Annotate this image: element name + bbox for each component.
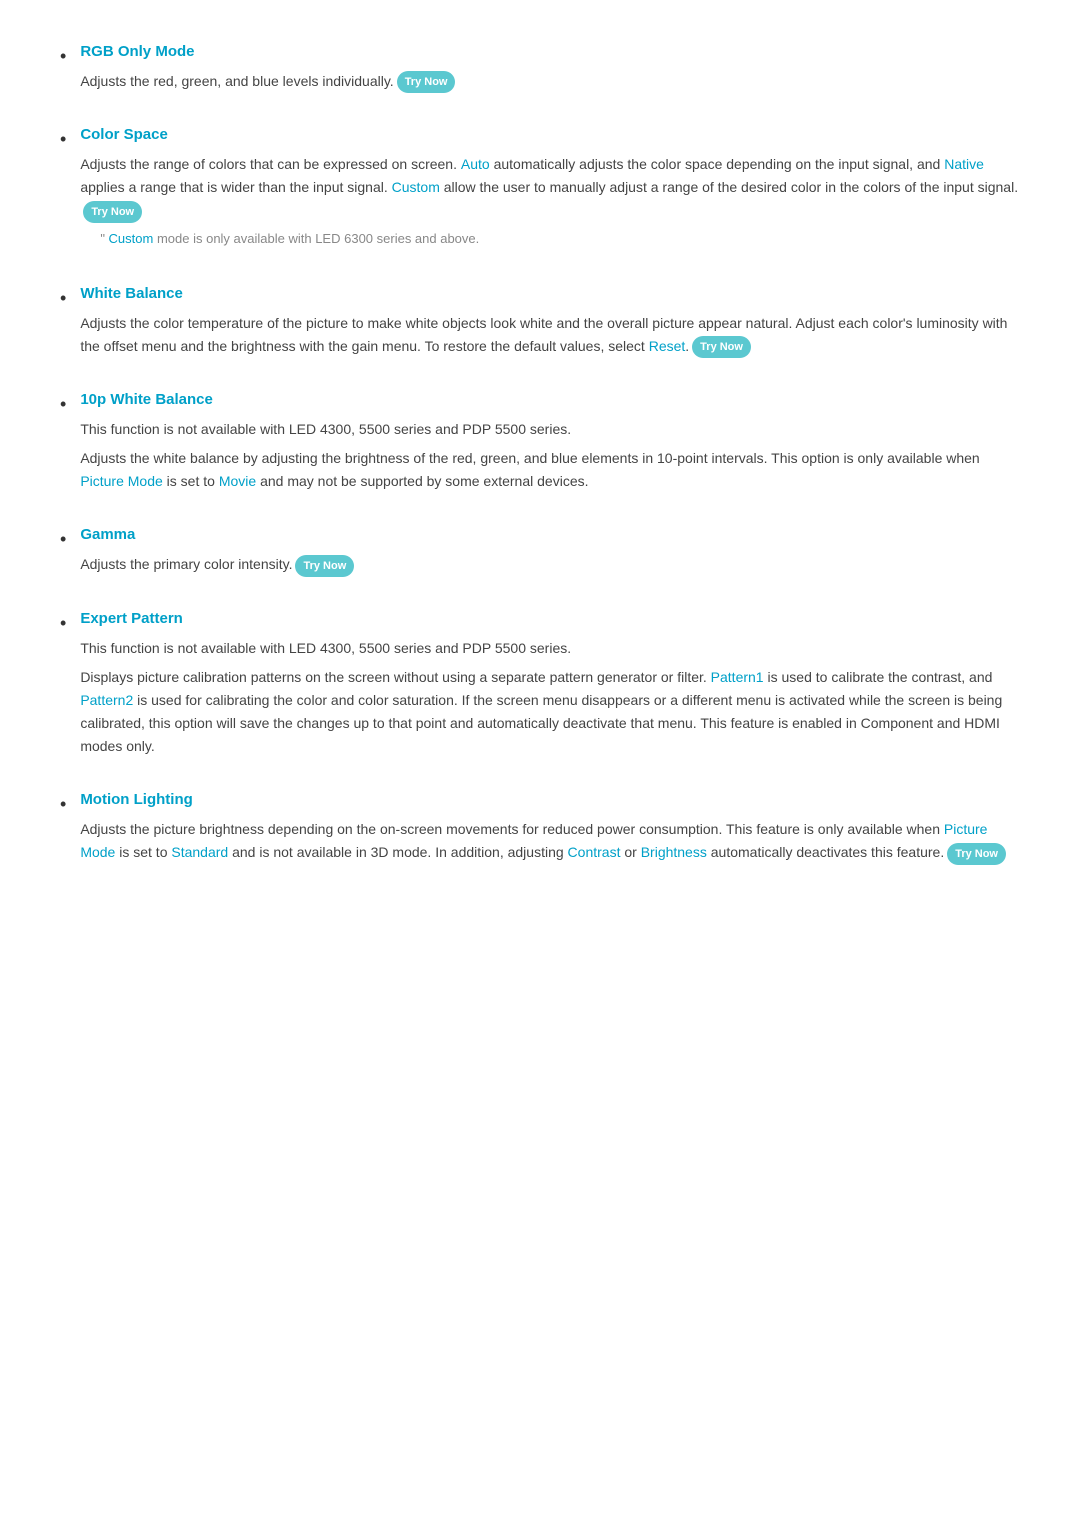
note-rest: mode is only available with LED 6300 ser… xyxy=(153,231,479,246)
try-now-badge[interactable]: Try Now xyxy=(295,555,354,577)
item-paragraph: Adjusts the range of colors that can be … xyxy=(80,153,1020,223)
bullet-point: • xyxy=(60,390,66,419)
item-content-color-space: Color Space Adjusts the range of colors t… xyxy=(80,123,1020,257)
list-item: • 10p White Balance This function is not a… xyxy=(60,388,1020,499)
text-normal: This function is not available with LED … xyxy=(80,421,571,437)
text-link[interactable]: Pattern2 xyxy=(80,692,133,708)
list-item: • Motion Lighting Adjusts the picture brig… xyxy=(60,788,1020,870)
item-paragraph: Adjusts the color temperature of the pic… xyxy=(80,312,1020,358)
item-title-gamma: Gamma xyxy=(80,523,1020,547)
item-title-10p-white-balance: 10p White Balance xyxy=(80,388,1020,412)
text-normal: Adjusts the color temperature of the pic… xyxy=(80,315,1007,354)
text-normal: or xyxy=(620,844,640,860)
text-normal: Adjusts the range of colors that can be … xyxy=(80,156,461,172)
item-paragraph: Adjusts the white balance by adjusting t… xyxy=(80,447,1020,493)
bullet-point: • xyxy=(60,42,66,71)
note-prefix: " xyxy=(100,231,108,246)
text-normal: Adjusts the red, green, and blue levels … xyxy=(80,73,393,89)
text-normal: Adjusts the primary color intensity. xyxy=(80,556,292,572)
item-note: " Custom mode is only available with LED… xyxy=(100,229,1020,250)
text-link[interactable]: Auto xyxy=(461,156,490,172)
text-normal: Adjusts the picture brightness depending… xyxy=(80,821,944,837)
text-normal: automatically adjusts the color space de… xyxy=(490,156,945,172)
list-item: • RGB Only Mode Adjusts the red, green, an… xyxy=(60,40,1020,99)
text-normal: Displays picture calibration patterns on… xyxy=(80,669,710,685)
text-normal: and is not available in 3D mode. In addi… xyxy=(228,844,567,860)
item-content-rgb-only-mode: RGB Only Mode Adjusts the red, green, and… xyxy=(80,40,1020,99)
item-title-rgb-only-mode: RGB Only Mode xyxy=(80,40,1020,64)
text-link[interactable]: Pattern1 xyxy=(711,669,764,685)
item-paragraph: Adjusts the red, green, and blue levels … xyxy=(80,70,1020,93)
main-content: • RGB Only Mode Adjusts the red, green, an… xyxy=(60,40,1020,871)
item-content-motion-lighting: Motion Lighting Adjusts the picture brigh… xyxy=(80,788,1020,870)
list-item: • Color Space Adjusts the range of colors … xyxy=(60,123,1020,257)
item-paragraph: Adjusts the picture brightness depending… xyxy=(80,818,1020,864)
list-item: • Expert Pattern This function is not avai… xyxy=(60,607,1020,764)
text-link[interactable]: Standard xyxy=(171,844,228,860)
item-title-color-space: Color Space xyxy=(80,123,1020,147)
bullet-point: • xyxy=(60,125,66,154)
text-normal: . xyxy=(685,338,689,354)
note-highlight: Custom xyxy=(109,231,154,246)
text-link[interactable]: Brightness xyxy=(641,844,707,860)
text-normal: is used for calibrating the color and co… xyxy=(80,692,1002,754)
bullet-point: • xyxy=(60,284,66,313)
item-content-white-balance: White Balance Adjusts the color temperatu… xyxy=(80,282,1020,364)
item-paragraph: This function is not available with LED … xyxy=(80,637,1020,660)
item-title-motion-lighting: Motion Lighting xyxy=(80,788,1020,812)
try-now-badge[interactable]: Try Now xyxy=(947,843,1006,865)
text-normal: and may not be supported by some externa… xyxy=(256,473,588,489)
item-title-white-balance: White Balance xyxy=(80,282,1020,306)
text-normal: is set to xyxy=(163,473,219,489)
try-now-badge[interactable]: Try Now xyxy=(83,201,142,223)
try-now-badge[interactable]: Try Now xyxy=(397,71,456,93)
items-list: • RGB Only Mode Adjusts the red, green, an… xyxy=(60,40,1020,871)
item-paragraph: This function is not available with LED … xyxy=(80,418,1020,441)
text-normal: This function is not available with LED … xyxy=(80,640,571,656)
item-paragraph: Displays picture calibration patterns on… xyxy=(80,666,1020,758)
bullet-point: • xyxy=(60,525,66,554)
text-normal: Adjusts the white balance by adjusting t… xyxy=(80,450,979,466)
try-now-badge[interactable]: Try Now xyxy=(692,336,751,358)
text-normal: automatically deactivates this feature. xyxy=(707,844,944,860)
bullet-point: • xyxy=(60,790,66,819)
list-item: • Gamma Adjusts the primary color intensit… xyxy=(60,523,1020,582)
text-link[interactable]: Picture Mode xyxy=(80,473,162,489)
text-normal: applies a range that is wider than the i… xyxy=(80,179,391,195)
item-title-expert-pattern: Expert Pattern xyxy=(80,607,1020,631)
text-normal: allow the user to manually adjust a rang… xyxy=(440,179,1018,195)
text-link[interactable]: Reset xyxy=(649,338,686,354)
text-link[interactable]: Movie xyxy=(219,473,256,489)
item-content-expert-pattern: Expert Pattern This function is not avail… xyxy=(80,607,1020,764)
list-item: • White Balance Adjusts the color temperat… xyxy=(60,282,1020,364)
text-link[interactable]: Custom xyxy=(392,179,440,195)
text-link[interactable]: Native xyxy=(944,156,984,172)
bullet-point: • xyxy=(60,609,66,638)
item-paragraph: Adjusts the primary color intensity.Try … xyxy=(80,553,1020,576)
text-link[interactable]: Contrast xyxy=(568,844,621,860)
text-normal: is set to xyxy=(115,844,171,860)
text-normal: is used to calibrate the contrast, and xyxy=(764,669,993,685)
item-content-gamma: Gamma Adjusts the primary color intensity… xyxy=(80,523,1020,582)
item-content-10p-white-balance: 10p White Balance This function is not av… xyxy=(80,388,1020,499)
